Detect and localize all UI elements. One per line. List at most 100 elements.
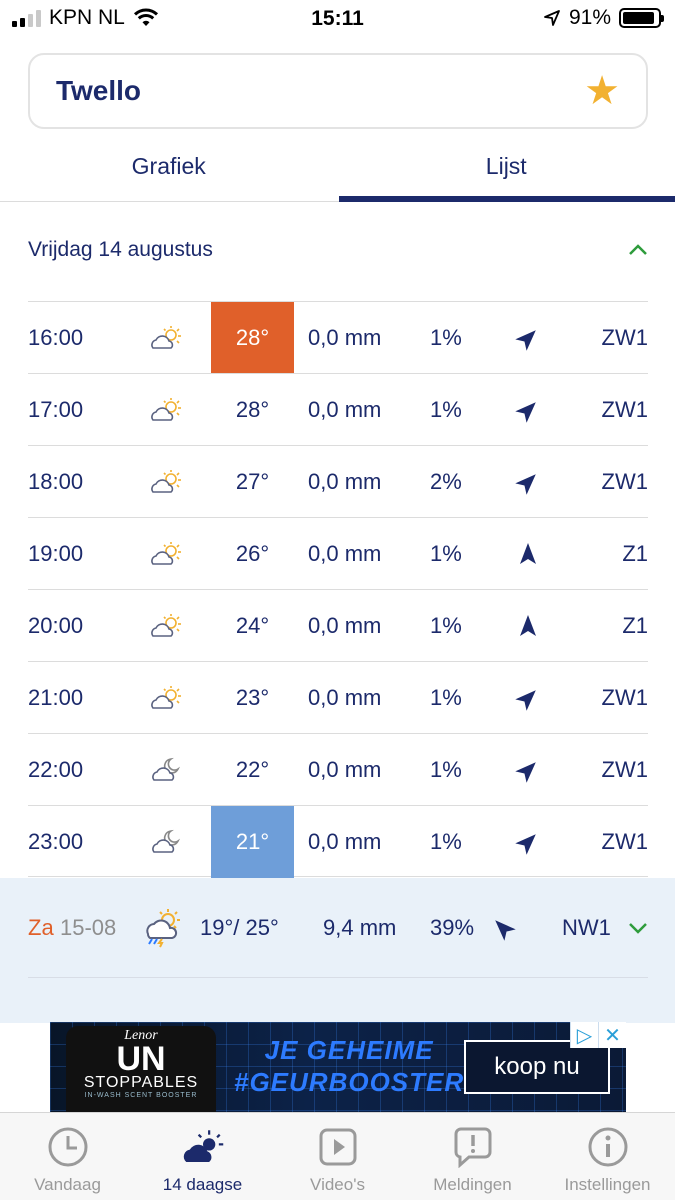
info-icon	[586, 1125, 630, 1169]
partly-cloudy-moon-icon	[148, 734, 184, 806]
location-search-box[interactable]: Twello ★	[28, 53, 648, 129]
wind-arrow-icon	[512, 734, 544, 806]
hour-temperature: 26°	[235, 541, 270, 566]
partly-cloudy-sun-icon	[148, 662, 184, 734]
nav-meldingen[interactable]: Meldingen	[405, 1113, 540, 1200]
bottom-nav: Vandaag 14 daagse Video's Meldingen Inst…	[0, 1112, 675, 1200]
wind-arrow-icon	[512, 518, 544, 590]
day-name: Za	[28, 915, 54, 940]
day-header[interactable]: Vrijdag 14 augustus	[28, 238, 648, 262]
star-icon[interactable]: ★	[584, 71, 620, 111]
day-row-saturday[interactable]: Za 15-08 19°/ 25° 9,4 mm 39% NW1	[28, 878, 648, 978]
battery-percent: 91%	[568, 6, 611, 29]
hour-time: 18:00	[28, 469, 84, 494]
chevron-up-icon[interactable]	[628, 244, 648, 256]
hour-wind: ZW1	[601, 757, 648, 782]
alert-bubble-icon	[451, 1125, 495, 1169]
hour-row: 23:00 21° 0,0 mm 1% ZW1	[28, 805, 648, 878]
tab-lijst[interactable]: Lijst	[338, 140, 675, 202]
hour-wind: ZW1	[601, 829, 648, 854]
hour-temperature: 22°	[235, 757, 270, 782]
day-date: 15-08	[60, 915, 117, 940]
nav-label: Video's	[310, 1175, 365, 1194]
wind-arrow-icon	[512, 374, 544, 446]
hour-precip-chance: 1%	[430, 613, 462, 638]
play-icon	[316, 1125, 360, 1169]
clock-icon	[46, 1125, 90, 1169]
ad-headline-line1: JE GEHEIME	[264, 1035, 434, 1065]
day-title: Vrijdag 14 augustus	[28, 238, 213, 261]
partly-cloudy-sun-icon	[148, 302, 184, 374]
hour-time: 23:00	[28, 829, 84, 854]
wind-arrow-icon	[512, 590, 544, 662]
nav-vandaag[interactable]: Vandaag	[0, 1113, 135, 1200]
ad-product-sub: IN-WASH SCENT BOOSTER	[84, 1092, 198, 1099]
tab-grafiek[interactable]: Grafiek	[0, 140, 338, 201]
hour-precipitation: 0,0 mm	[308, 541, 382, 566]
hour-temperature: 28°	[235, 397, 270, 422]
partly-cloudy-sun-icon	[148, 518, 184, 590]
hour-wind: ZW1	[601, 397, 648, 422]
hour-temperature: 28°	[211, 302, 294, 374]
hour-precipitation: 0,0 mm	[308, 469, 382, 494]
nav-label: Instellingen	[564, 1175, 651, 1194]
day-wind: NW1	[562, 915, 611, 940]
wind-arrow-icon	[490, 878, 516, 978]
nav-label: Meldingen	[433, 1175, 512, 1194]
hour-time: 22:00	[28, 757, 84, 782]
hour-precip-chance: 1%	[430, 685, 462, 710]
day-precip-chance: 39%	[430, 915, 475, 940]
hour-precipitation: 0,0 mm	[308, 613, 382, 638]
hour-time: 19:00	[28, 541, 84, 566]
hour-wind: ZW1	[601, 469, 648, 494]
wind-arrow-icon	[512, 806, 544, 878]
hour-row: 22:00 22° 0,0 mm 1% ZW1	[28, 733, 648, 805]
hour-precipitation: 0,0 mm	[308, 685, 382, 710]
wind-arrow-icon	[512, 662, 544, 734]
day-temperature: 19°/ 25°	[200, 915, 279, 940]
partly-cloudy-moon-icon	[148, 806, 184, 878]
next-day-section: Za 15-08 19°/ 25° 9,4 mm 39% NW1	[0, 878, 675, 1023]
view-tabs: Grafiek Lijst	[0, 140, 675, 202]
nav-label: 14 daagse	[162, 1175, 243, 1194]
hour-temperature: 27°	[235, 469, 270, 494]
hour-precip-chance: 1%	[430, 757, 462, 782]
ad-choices-icon[interactable]: ▷	[570, 1022, 598, 1048]
nav-14-daagse[interactable]: 14 daagse	[135, 1113, 270, 1200]
partly-cloudy-sun-icon	[148, 446, 184, 518]
thunderstorm-sun-icon	[140, 878, 182, 978]
ad-product-line1: UN	[116, 1040, 166, 1078]
hour-time: 20:00	[28, 613, 84, 638]
hour-precip-chance: 1%	[430, 829, 462, 854]
ad-cta-button[interactable]: koop nu	[464, 1040, 610, 1094]
hour-wind: ZW1	[601, 685, 648, 710]
hour-temperature: 21°	[211, 806, 294, 878]
hour-precipitation: 0,0 mm	[308, 397, 382, 422]
ad-close-icon[interactable]: ✕	[598, 1022, 626, 1048]
hour-row: 18:00 27° 0,0 mm 2% ZW1	[28, 445, 648, 517]
wind-arrow-icon	[512, 302, 544, 374]
hour-precipitation: 0,0 mm	[308, 829, 382, 854]
partly-cloudy-sun-icon	[148, 590, 184, 662]
hour-row: 16:00 28° 0,0 mm 1% ZW1	[28, 301, 648, 374]
hour-precip-chance: 1%	[430, 325, 462, 350]
location-name: Twello	[56, 75, 142, 106]
hour-row: 21:00 23° 0,0 mm 1% ZW1	[28, 661, 648, 733]
chevron-down-icon[interactable]	[628, 878, 648, 978]
hour-row: 17:00 28° 0,0 mm 1% ZW1	[28, 373, 648, 445]
battery-icon	[619, 8, 664, 28]
status-bar: KPN NL 15:11 91%	[0, 0, 675, 38]
nav-instellingen[interactable]: Instellingen	[540, 1113, 675, 1200]
hour-precipitation: 0,0 mm	[308, 325, 382, 350]
ad-choices[interactable]: ▷ ✕	[570, 1022, 626, 1048]
hour-temperature: 23°	[235, 685, 270, 710]
nav-label: Vandaag	[34, 1175, 101, 1194]
ad-banner[interactable]: Lenor UN STOPPABLES IN-WASH SCENT BOOSTE…	[50, 1022, 626, 1112]
ad-product-image: Lenor UN STOPPABLES IN-WASH SCENT BOOSTE…	[66, 1026, 216, 1112]
nav-videos[interactable]: Video's	[270, 1113, 405, 1200]
location-arrow-icon	[544, 10, 560, 26]
hour-row: 20:00 24° 0,0 mm 1% Z1	[28, 589, 648, 661]
ad-product-line2: STOPPABLES	[83, 1074, 199, 1091]
hour-wind: Z1	[622, 541, 648, 566]
hour-precip-chance: 1%	[430, 541, 462, 566]
